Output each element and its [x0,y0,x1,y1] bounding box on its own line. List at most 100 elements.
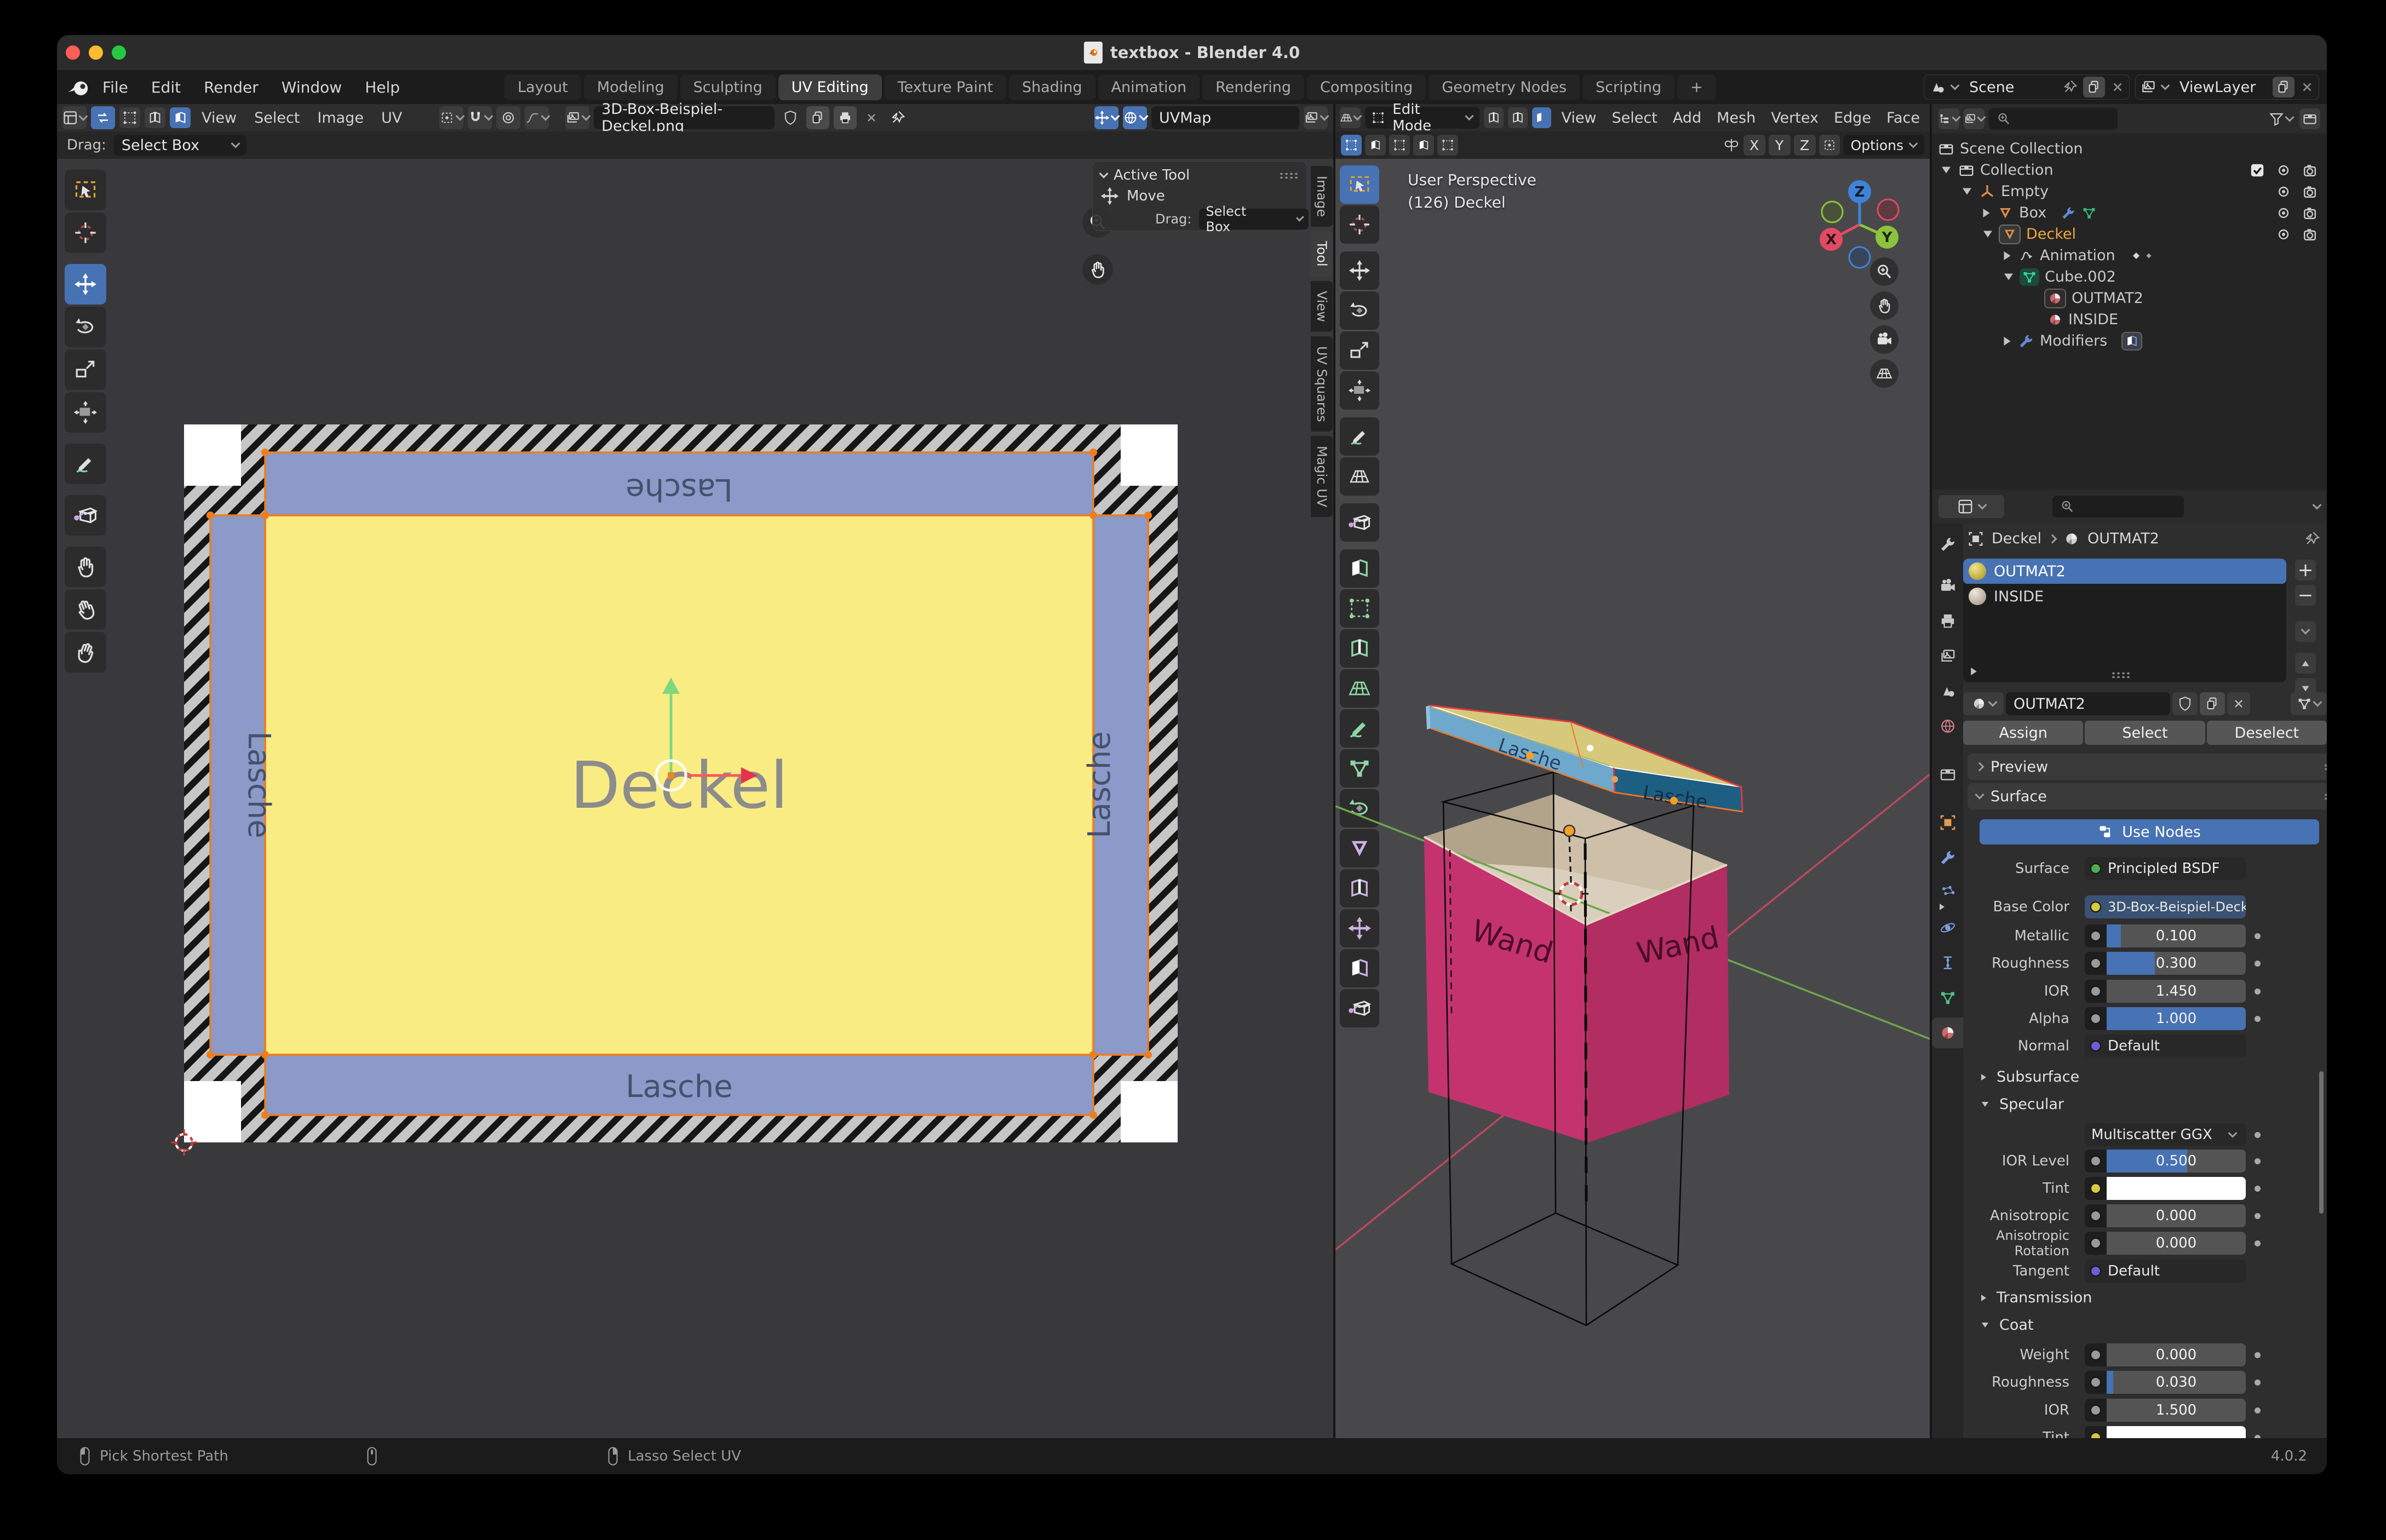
tab-object-data[interactable] [1932,982,1963,1013]
checkbox-icon[interactable] [2249,162,2265,179]
pin-image-button[interactable] [886,106,909,129]
uv-menu-image[interactable]: Image [311,110,370,127]
browse-material-button[interactable] [1963,692,2004,715]
uv-map-field[interactable]: UVMap [1151,106,1299,129]
subsurface-section[interactable]: Subsurface [1980,1068,2079,1085]
uv-select-face-button[interactable] [170,107,191,128]
tab-scripting[interactable]: Scripting [1582,74,1674,100]
animate-dot[interactable] [2255,933,2261,939]
select-new-button[interactable] [1341,135,1362,156]
outliner-label[interactable]: Scene Collection [1960,140,2083,157]
tab-particles[interactable] [1932,877,1963,908]
pan-gizmo[interactable] [1082,254,1113,285]
disable-render-icon[interactable] [2302,205,2318,221]
sidebar-tab-magic-uv[interactable]: Magic UV [1311,435,1333,518]
image-name-field[interactable]: 3D-Box-Beispiel-Deckel.png [594,106,775,129]
coat-ior-slider[interactable]: 1.500 [2085,1399,2246,1422]
menu-help[interactable]: Help [353,78,411,96]
new-collection-button[interactable] [2299,108,2320,129]
outliner-row-cube002[interactable]: Cube.002 [1932,266,2327,288]
pivot-point-button[interactable] [439,106,463,129]
animate-dot[interactable] [2255,1132,2261,1138]
list-resize-grip[interactable] [2111,671,2131,678]
tool-scale[interactable] [65,349,106,390]
menu-window[interactable]: Window [270,78,353,96]
remove-slot-button[interactable]: − [2295,585,2316,606]
select-mode-face-button[interactable] [1532,107,1552,128]
minimize-window-button[interactable] [89,45,103,60]
collapse-icon[interactable] [1099,169,1109,179]
disclosure-icon[interactable] [2004,251,2011,260]
add-workspace-button[interactable]: + [1677,74,1716,100]
uv-overlays-button[interactable] [1123,106,1147,129]
tangent-menu[interactable]: Default [2085,1260,2246,1283]
animate-dot[interactable] [2255,961,2261,967]
remove-view-layer-icon[interactable] [2300,80,2314,94]
menu-file[interactable]: File [91,78,140,96]
outliner-row-collection[interactable]: Collection [1932,159,2327,181]
tab-compositing[interactable]: Compositing [1307,74,1426,100]
tool-annotate[interactable] [65,444,106,484]
sidebar-tab-view[interactable]: View [1311,280,1333,332]
outliner-filter-button[interactable] [2267,108,2295,130]
add-slot-button[interactable]: + [2295,560,2316,581]
uv-menu-select[interactable]: Select [248,110,306,127]
coat-section[interactable]: Coat [1980,1317,2034,1334]
outliner-label[interactable]: INSIDE [2068,311,2118,328]
surface-panel-header[interactable]: Surface [1968,783,2327,809]
outliner-row-outmat2[interactable]: OUTMAT2 [1932,288,2327,309]
animate-dot[interactable] [2255,1240,2261,1246]
view-layer-selector[interactable]: ViewLayer [2135,74,2319,100]
disclosure-icon[interactable] [2004,274,2013,280]
outliner-row-scene-collection[interactable]: Scene Collection [1932,138,2327,159]
tool-select-box[interactable] [65,170,106,210]
tab-modifiers[interactable] [1932,842,1963,873]
disclosure-icon[interactable] [1942,167,1951,174]
drag-mode-dropdown[interactable]: Select Box [1199,209,1309,229]
outliner-row-empty[interactable]: Empty [1932,181,2327,202]
viewport-camera-button[interactable] [1870,325,1899,354]
viewport-canvas[interactable]: User Perspective (126) Deckel Wand Wand [1335,159,1930,1438]
sidebar-tab-image[interactable]: Image [1311,165,1333,227]
outliner-row-animation[interactable]: Animation [1932,245,2327,266]
disable-render-icon[interactable] [2302,162,2318,179]
tab-shading[interactable]: Shading [1009,74,1096,100]
select-subtract-button[interactable] [1389,135,1410,156]
pin-icon[interactable] [2062,79,2078,95]
vp-menu-view[interactable]: View [1556,110,1602,127]
viewport-perspective-button[interactable] [1870,359,1899,388]
move-slot-up-button[interactable] [2295,653,2316,674]
uv-menu-view[interactable]: View [195,110,243,127]
scene-selector[interactable]: Scene [1924,74,2130,100]
anisotropic-slider[interactable]: 0.000 [2085,1204,2246,1227]
options-dropdown[interactable]: Options [1843,135,1924,156]
material-specials-button[interactable] [2291,692,2327,715]
panel-grip[interactable] [1279,172,1299,179]
tab-animation[interactable]: Animation [1098,74,1200,100]
properties-options-chevron[interactable] [2313,501,2322,510]
disable-render-icon[interactable] [2302,183,2318,200]
vp-menu-face[interactable]: Face [1881,110,1925,127]
deselect-button[interactable]: Deselect [2207,721,2327,745]
tint-color-field[interactable] [2085,1177,2246,1200]
hide-viewport-icon[interactable] [2275,162,2292,179]
tab-tool[interactable] [1932,529,1963,560]
drag-mode-dropdown[interactable]: Select Box [114,135,246,156]
alpha-slider[interactable]: 1.000 [2085,1007,2246,1030]
blender-logo-icon[interactable] [66,74,91,100]
unlink-image-button[interactable] [861,106,882,129]
animate-dot[interactable] [2255,1158,2261,1164]
editor-type-button[interactable] [1938,495,2004,518]
tab-material[interactable] [1932,1018,1963,1048]
tab-texture-paint[interactable]: Texture Paint [885,74,1006,100]
sidebar-tab-tool[interactable]: Tool [1311,231,1333,277]
lid-mesh[interactable]: Lasche Lasche [1426,705,1742,813]
animate-dot[interactable] [2255,1352,2261,1358]
display-mode-button[interactable] [1938,108,1959,129]
select-extend-button[interactable] [1365,135,1386,156]
list-expand-icon[interactable] [1971,668,1977,675]
coat-tint-color-field[interactable] [2085,1426,2246,1438]
surface-shader-menu[interactable]: Principled BSDF [2085,857,2246,880]
outliner-row-box[interactable]: Box [1932,202,2327,223]
solidify-chip[interactable] [2121,332,2142,350]
